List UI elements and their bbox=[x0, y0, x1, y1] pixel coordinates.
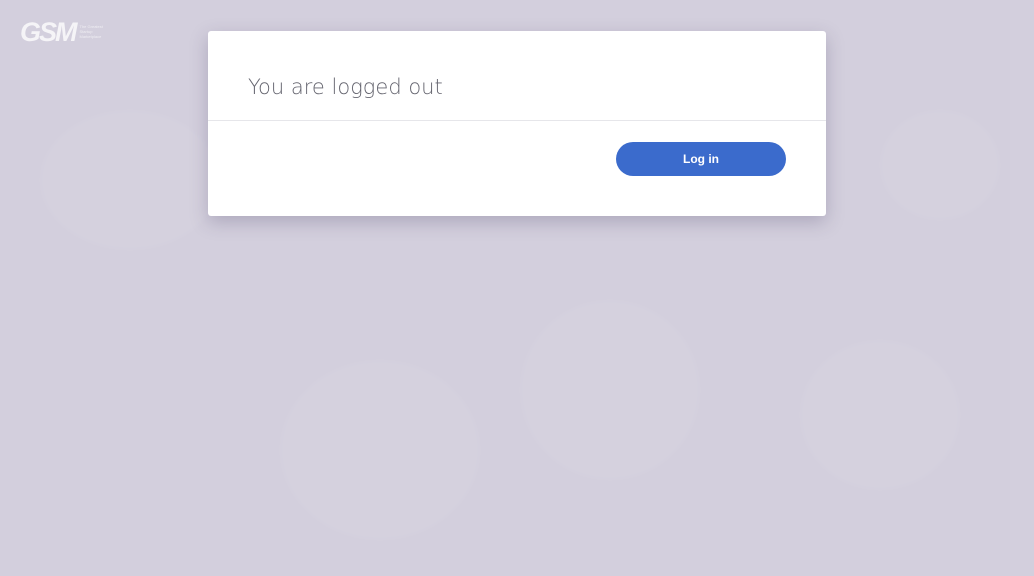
background-decoration bbox=[280, 360, 480, 540]
logo-tagline: The Greatest Startup Marketplace bbox=[79, 24, 103, 39]
logo: GSM The Greatest Startup Marketplace bbox=[20, 18, 104, 46]
logo-mark: GSM bbox=[20, 17, 77, 47]
background-decoration bbox=[800, 340, 960, 490]
background-decoration bbox=[880, 110, 1000, 220]
login-button[interactable]: Log in bbox=[616, 142, 786, 176]
dialog-title: You are logged out bbox=[248, 75, 443, 99]
background-decoration bbox=[520, 300, 700, 480]
dialog-header: You are logged out bbox=[208, 31, 826, 121]
background-decoration bbox=[40, 110, 220, 250]
logged-out-dialog: You are logged out Log in bbox=[208, 31, 826, 216]
